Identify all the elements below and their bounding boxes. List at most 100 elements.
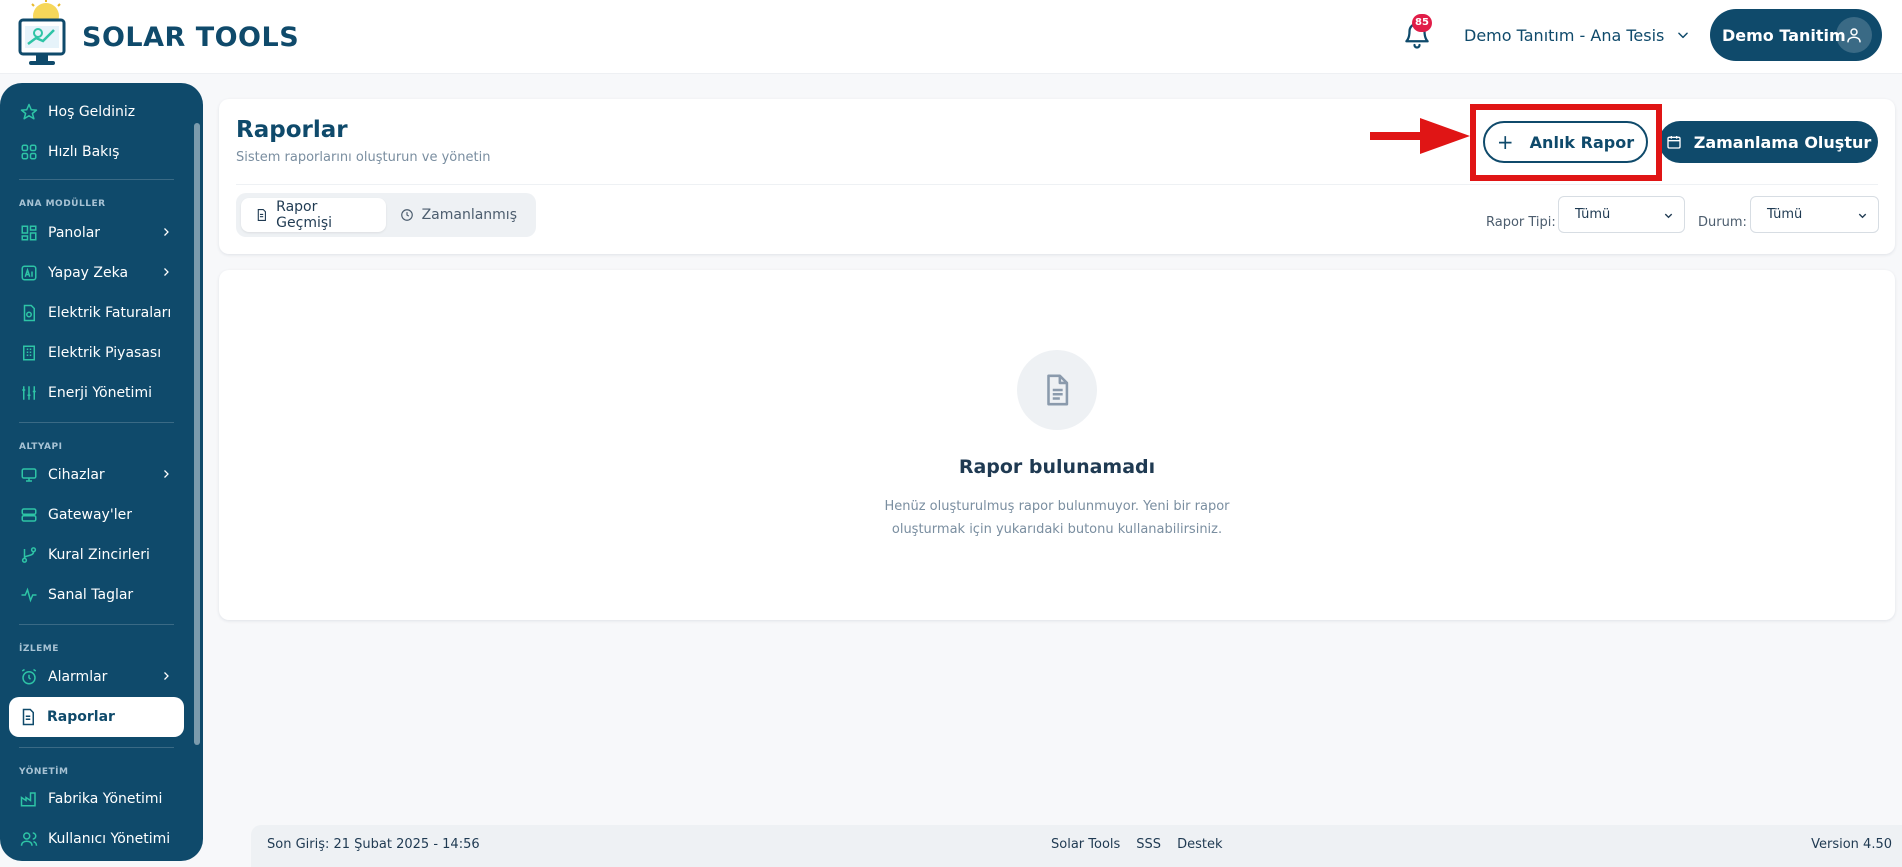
sidebar-item-label: Alarmlar: [48, 669, 108, 685]
create-schedule-label: Zamanlama Oluştur: [1693, 132, 1872, 152]
chevron-down-icon: [1858, 213, 1867, 219]
top-bar: SOLAR TOOLS 85 Demo Tanıtım - Ana Tesis …: [0, 0, 1902, 74]
sidebar-item-hizli-bakis[interactable]: Hızlı Bakış: [10, 136, 184, 168]
footer-link-destek[interactable]: Destek: [1177, 837, 1222, 852]
sidebar-divider: [19, 422, 174, 423]
building-icon: [23, 345, 35, 361]
sidebar-item-yapay-zeka[interactable]: Yapay Zeka: [10, 257, 184, 289]
section-yonetim: YÖNETİM: [19, 767, 69, 777]
git-branch-icon: [21, 547, 37, 563]
grid-icon: [21, 144, 37, 160]
sidebar: Hoş Geldiniz Hızlı Bakış ANA MODÜLLER Pa…: [0, 83, 203, 861]
sidebar-item-elektrik-piyasasi[interactable]: Elektrik Piyasası: [10, 337, 184, 369]
calendar-icon: [1667, 136, 1681, 149]
section-izleme: İZLEME: [19, 644, 59, 654]
sidebar-item-label: Hoş Geldiniz: [48, 104, 136, 120]
sidebar-item-label: Enerji Yönetimi: [48, 385, 152, 401]
facility-label: Demo Tanıtım - Ana Tesis: [1464, 25, 1665, 45]
version-text: Version 4.50: [1811, 837, 1892, 852]
empty-state-title: Rapor bulunamadı: [958, 456, 1156, 478]
server-icon: [21, 508, 37, 522]
chevron-right-icon: [164, 268, 169, 276]
footer-link-sss[interactable]: SSS: [1136, 837, 1161, 852]
report-type-select[interactable]: Tümü: [1558, 196, 1685, 233]
sidebar-item-cihazlar[interactable]: Cihazlar: [10, 459, 184, 491]
sidebar-item-kullanici-yonetimi[interactable]: Kullanıcı Yönetimi: [10, 823, 184, 855]
sidebar-item-label: Cihazlar: [48, 467, 105, 483]
sidebar-divider: [19, 624, 174, 625]
sidebar-divider: [19, 179, 174, 180]
page-title: Raporlar: [236, 117, 348, 143]
status-label: Durum:: [1698, 215, 1747, 230]
sidebar-item-hos-geldiniz[interactable]: Hoş Geldiniz: [10, 96, 184, 128]
sidebar-item-label: Elektrik Piyasası: [48, 345, 162, 361]
sidebar-item-kural-zincirleri[interactable]: Kural Zincirleri: [10, 539, 184, 571]
create-schedule-button[interactable]: Zamanlama Oluştur: [1659, 121, 1878, 163]
sidebar-item-label: Fabrika Yönetimi: [48, 791, 163, 807]
empty-state-card: Rapor bulunamadı Henüz oluşturulmuş rapo…: [219, 270, 1895, 620]
footer-links: Solar Tools SSS Destek: [1051, 837, 1222, 852]
header-divider: [236, 184, 1878, 185]
dashboard-icon: [21, 225, 37, 241]
sidebar-item-label: Gateway'ler: [48, 507, 132, 523]
monitor-icon: [21, 468, 37, 482]
users-icon: [20, 832, 38, 846]
tab-label: Zamanlanmış: [421, 207, 517, 223]
sidebar-item-label: Panolar: [48, 225, 101, 241]
tab-label: Rapor Geçmişi: [276, 199, 333, 231]
footer: Son Giriş: 21 Şubat 2025 - 14:56 Solar T…: [251, 825, 1902, 867]
sidebar-item-label: Hızlı Bakış: [48, 144, 120, 160]
status-value: Tümü: [1767, 207, 1803, 222]
status-select[interactable]: Tümü: [1750, 196, 1879, 233]
tab-rapor-gecmisi[interactable]: Rapor Geçmişi: [241, 198, 386, 232]
sidebar-item-label: Raporlar: [47, 709, 115, 725]
section-ana-moduller: ANA MODÜLLER: [19, 199, 106, 209]
brand-name: SOLAR TOOLS: [82, 21, 300, 53]
sidebar-item-raporlar[interactable]: Raporlar: [9, 697, 184, 737]
facility-selector[interactable]: Demo Tanıtım - Ana Tesis: [1464, 22, 1690, 48]
activity-icon: [21, 587, 37, 603]
empty-state-icon-circle: [1017, 350, 1097, 430]
report-icon: [22, 708, 34, 726]
highlight-box-annotation: [1470, 104, 1662, 181]
sidebar-item-label: Kural Zincirleri: [48, 547, 150, 563]
solar-logo-icon: [18, 0, 66, 65]
avatar: [1836, 17, 1872, 53]
invoice-icon: [23, 304, 35, 322]
clock-icon: [400, 209, 413, 221]
sliders-icon: [22, 386, 36, 400]
sidebar-item-label: Sanal Taglar: [48, 587, 134, 603]
alarm-clock-icon: [21, 668, 37, 685]
page-subtitle: Sistem raporlarını oluşturun ve yönetin: [236, 150, 491, 165]
factory-icon: [20, 792, 36, 807]
report-type-label: Rapor Tipi:: [1486, 215, 1556, 230]
user-menu-button[interactable]: Demo Tanitim: [1710, 9, 1882, 61]
sidebar-item-sanal-taglar[interactable]: Sanal Taglar: [10, 579, 184, 611]
document-icon: [257, 208, 266, 222]
sidebar-scrollbar[interactable]: [194, 123, 200, 745]
sidebar-item-label: Kullanıcı Yönetimi: [48, 831, 171, 847]
document-icon: [1047, 374, 1069, 406]
sidebar-item-fabrika-yonetimi[interactable]: Fabrika Yönetimi: [10, 783, 184, 815]
empty-state-message: Henüz oluşturulmuş rapor bulunmuyor. Yen…: [879, 495, 1235, 541]
user-icon: [1847, 28, 1861, 43]
sidebar-item-alarmlar[interactable]: Alarmlar: [10, 661, 184, 693]
user-name: Demo Tanitim: [1722, 25, 1846, 45]
tab-zamanlanmis[interactable]: Zamanlanmış: [386, 198, 531, 232]
brand-logo[interactable]: SOLAR TOOLS: [16, 0, 299, 74]
report-tabs: Rapor Geçmişi Zamanlanmış: [236, 193, 536, 237]
sidebar-divider: [19, 747, 174, 748]
sidebar-item-label: Elektrik Faturaları: [48, 305, 172, 321]
last-login-text: Son Giriş: 21 Şubat 2025 - 14:56: [267, 837, 480, 852]
notification-count-badge: 85: [1412, 14, 1432, 32]
star-icon: [20, 103, 38, 120]
sidebar-item-elektrik-faturalari[interactable]: Elektrik Faturaları: [10, 297, 184, 329]
sidebar-item-gatewayler[interactable]: Gateway'ler: [10, 499, 184, 531]
ai-icon: [21, 265, 37, 281]
sidebar-item-panolar[interactable]: Panolar: [10, 217, 184, 249]
footer-link-solar-tools[interactable]: Solar Tools: [1051, 837, 1120, 852]
chevron-down-icon: [1664, 213, 1673, 219]
sidebar-item-enerji-yonetimi[interactable]: Enerji Yönetimi: [10, 377, 184, 409]
empty-state-line: oluşturmak için yukarıdaki butonu kullan…: [891, 522, 1223, 537]
chevron-down-icon: [1678, 32, 1689, 39]
